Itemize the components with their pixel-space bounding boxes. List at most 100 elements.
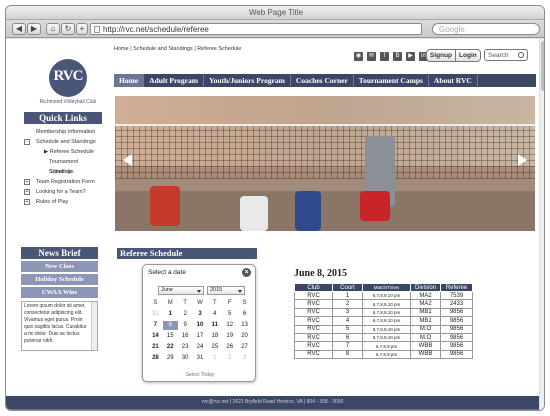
home-icon[interactable]: ⌂ bbox=[46, 23, 60, 35]
hero-slideshow[interactable] bbox=[115, 96, 535, 231]
back-icon[interactable]: ◀ bbox=[12, 23, 26, 35]
month-select[interactable]: June bbox=[158, 286, 204, 295]
calendar-day[interactable]: 24 bbox=[193, 343, 208, 352]
table-row: RVC 8 6,7,8,9 pm WBB 9856 bbox=[294, 349, 473, 360]
calendar-day[interactable]: 12 bbox=[222, 321, 237, 330]
calendar-day[interactable]: 9 bbox=[178, 321, 193, 330]
quick-link-schedule[interactable]: - Schedule and Standings bbox=[24, 137, 102, 147]
calendar-day[interactable]: 13 bbox=[237, 321, 252, 330]
news-scrollbar[interactable] bbox=[91, 302, 97, 350]
site-search-input[interactable]: Search bbox=[484, 49, 528, 61]
nav-tournament-camps[interactable]: Tournament Camps bbox=[354, 74, 429, 87]
calendar-day[interactable]: 6 bbox=[237, 310, 252, 319]
quick-link-looking-for-team[interactable]: + Looking for a Team? bbox=[24, 187, 102, 197]
slide-next-icon[interactable] bbox=[518, 154, 527, 166]
table-cell: 6,7,8,9 pm bbox=[362, 349, 411, 360]
player-figure bbox=[295, 191, 321, 231]
table-cell: 6 bbox=[332, 332, 363, 343]
calendar-day[interactable]: 11 bbox=[207, 321, 222, 330]
calendar-day[interactable]: 7 bbox=[148, 321, 163, 330]
calendar-day[interactable]: 1 bbox=[207, 354, 222, 363]
nav-about-rvc[interactable]: About RVC bbox=[429, 74, 478, 87]
calendar-day-selected[interactable]: 8 bbox=[162, 321, 178, 330]
calendar-day[interactable]: 2 bbox=[222, 354, 237, 363]
breadcrumb[interactable]: Home | Schedule and Standings | Referee … bbox=[114, 46, 241, 52]
rss-icon[interactable]: ◉ bbox=[354, 52, 363, 61]
nav-home[interactable]: Home bbox=[114, 74, 145, 87]
calendar-day[interactable]: 18 bbox=[207, 332, 222, 341]
column-header[interactable]: Court bbox=[332, 283, 363, 292]
calendar-day[interactable]: 1 bbox=[163, 310, 178, 319]
year-select[interactable]: 2015 bbox=[207, 286, 245, 295]
news-link-new-class[interactable]: New Class bbox=[21, 261, 98, 272]
calendar-day[interactable]: 22 bbox=[163, 343, 178, 352]
calendar-day[interactable]: 2 bbox=[178, 310, 193, 319]
youtube-icon[interactable]: ▶ bbox=[406, 52, 415, 61]
scroll-thumb[interactable] bbox=[541, 41, 544, 91]
column-header[interactable]: Club bbox=[294, 283, 333, 292]
calendar-day[interactable]: 14 bbox=[148, 332, 163, 341]
calendar-day[interactable]: 10 bbox=[193, 321, 208, 330]
calendar-day[interactable]: 30 bbox=[178, 354, 193, 363]
news-brief-title: News Brief bbox=[21, 247, 98, 259]
news-brief: News Brief New Class Holiday Schedule CW… bbox=[21, 247, 98, 351]
calendar-day[interactable]: 21 bbox=[148, 343, 163, 352]
calendar-day[interactable]: 27 bbox=[237, 343, 252, 352]
quick-link-team-registration[interactable]: + Team Registration Form bbox=[24, 177, 102, 187]
email-icon[interactable]: ✉ bbox=[367, 52, 376, 61]
expand-icon[interactable]: + bbox=[24, 189, 30, 195]
calendar-day[interactable]: 26 bbox=[222, 343, 237, 352]
calendar-day[interactable]: 19 bbox=[222, 332, 237, 341]
blogger-icon[interactable]: B bbox=[393, 52, 402, 61]
search-icon[interactable] bbox=[518, 52, 524, 58]
select-today-link[interactable]: Select Today bbox=[143, 372, 257, 378]
calendar-day[interactable]: 31 bbox=[193, 354, 208, 363]
nav-adult-program[interactable]: Adult Program bbox=[144, 74, 204, 87]
table-row: RVC 2 6,7,8,9,10 pm MA2 2433 bbox=[294, 299, 473, 309]
nav-coaches-corner[interactable]: Coaches Corner bbox=[291, 74, 354, 87]
facebook-icon[interactable]: f bbox=[380, 52, 389, 61]
weekday-header: T bbox=[183, 300, 187, 306]
quick-link-tournament-schedule[interactable]: Tournament Schedule bbox=[24, 157, 102, 175]
calendar-day[interactable]: 31 bbox=[148, 310, 163, 319]
forward-icon[interactable]: ▶ bbox=[27, 23, 41, 35]
news-link-holiday-schedule[interactable]: Holiday Schedule bbox=[21, 274, 98, 285]
calendar-day[interactable]: 16 bbox=[178, 332, 193, 341]
expand-icon[interactable]: + bbox=[24, 179, 30, 185]
referee-schedule-title: Referee Schedule bbox=[117, 248, 257, 259]
add-tab-icon[interactable]: + bbox=[76, 23, 88, 35]
collapse-icon[interactable]: - bbox=[24, 139, 30, 145]
reload-icon[interactable]: ↻ bbox=[61, 23, 75, 35]
calendar-day[interactable]: 15 bbox=[163, 332, 178, 341]
calendar-day[interactable]: 3 bbox=[193, 310, 208, 319]
quick-link-rules-of-play[interactable]: + Rules of Play bbox=[24, 197, 102, 207]
close-icon[interactable]: × bbox=[242, 268, 251, 277]
calendar-day[interactable]: 4 bbox=[207, 310, 222, 319]
calendar-day[interactable]: 3 bbox=[237, 354, 252, 363]
calendar-day[interactable]: 25 bbox=[207, 343, 222, 352]
expand-icon[interactable]: + bbox=[24, 199, 30, 205]
calendar-day[interactable]: 20 bbox=[237, 332, 252, 341]
site-logo[interactable]: RVC Richmond Volleyball Club bbox=[28, 59, 108, 109]
news-link-cwaa-wins[interactable]: CWAA Wins bbox=[21, 287, 98, 298]
signup-button[interactable]: Signup bbox=[427, 50, 456, 61]
calendar-day[interactable]: 17 bbox=[193, 332, 208, 341]
slide-prev-icon[interactable] bbox=[123, 154, 132, 166]
table-cell: 2433 bbox=[440, 299, 473, 309]
calendar-day[interactable]: 29 bbox=[163, 354, 178, 363]
calendar-day[interactable]: 5 bbox=[222, 310, 237, 319]
nav-youth-juniors-program[interactable]: Youth/Juniors Program bbox=[204, 74, 291, 87]
column-header[interactable]: Match/Times bbox=[362, 283, 411, 292]
calendar-day[interactable]: 28 bbox=[148, 354, 163, 363]
column-header[interactable]: Division bbox=[410, 283, 441, 292]
quick-link-standings[interactable]: Standings bbox=[24, 167, 102, 177]
browser-search-input[interactable]: Google bbox=[432, 23, 540, 35]
login-button[interactable]: Login bbox=[455, 50, 480, 61]
footer: rvc@rvc.net | 2621 Bryfield Road Henrico… bbox=[6, 396, 539, 409]
page-scrollbar[interactable] bbox=[539, 39, 544, 410]
column-header[interactable]: Referee bbox=[440, 283, 473, 292]
calendar-day[interactable]: 23 bbox=[178, 343, 193, 352]
quick-link-membership[interactable]: Membership Information bbox=[24, 127, 102, 137]
url-field[interactable]: http://rvc.net/schedule/referee bbox=[90, 23, 422, 35]
quick-link-referee-schedule[interactable]: ▶ Referee Schedule bbox=[24, 147, 102, 157]
